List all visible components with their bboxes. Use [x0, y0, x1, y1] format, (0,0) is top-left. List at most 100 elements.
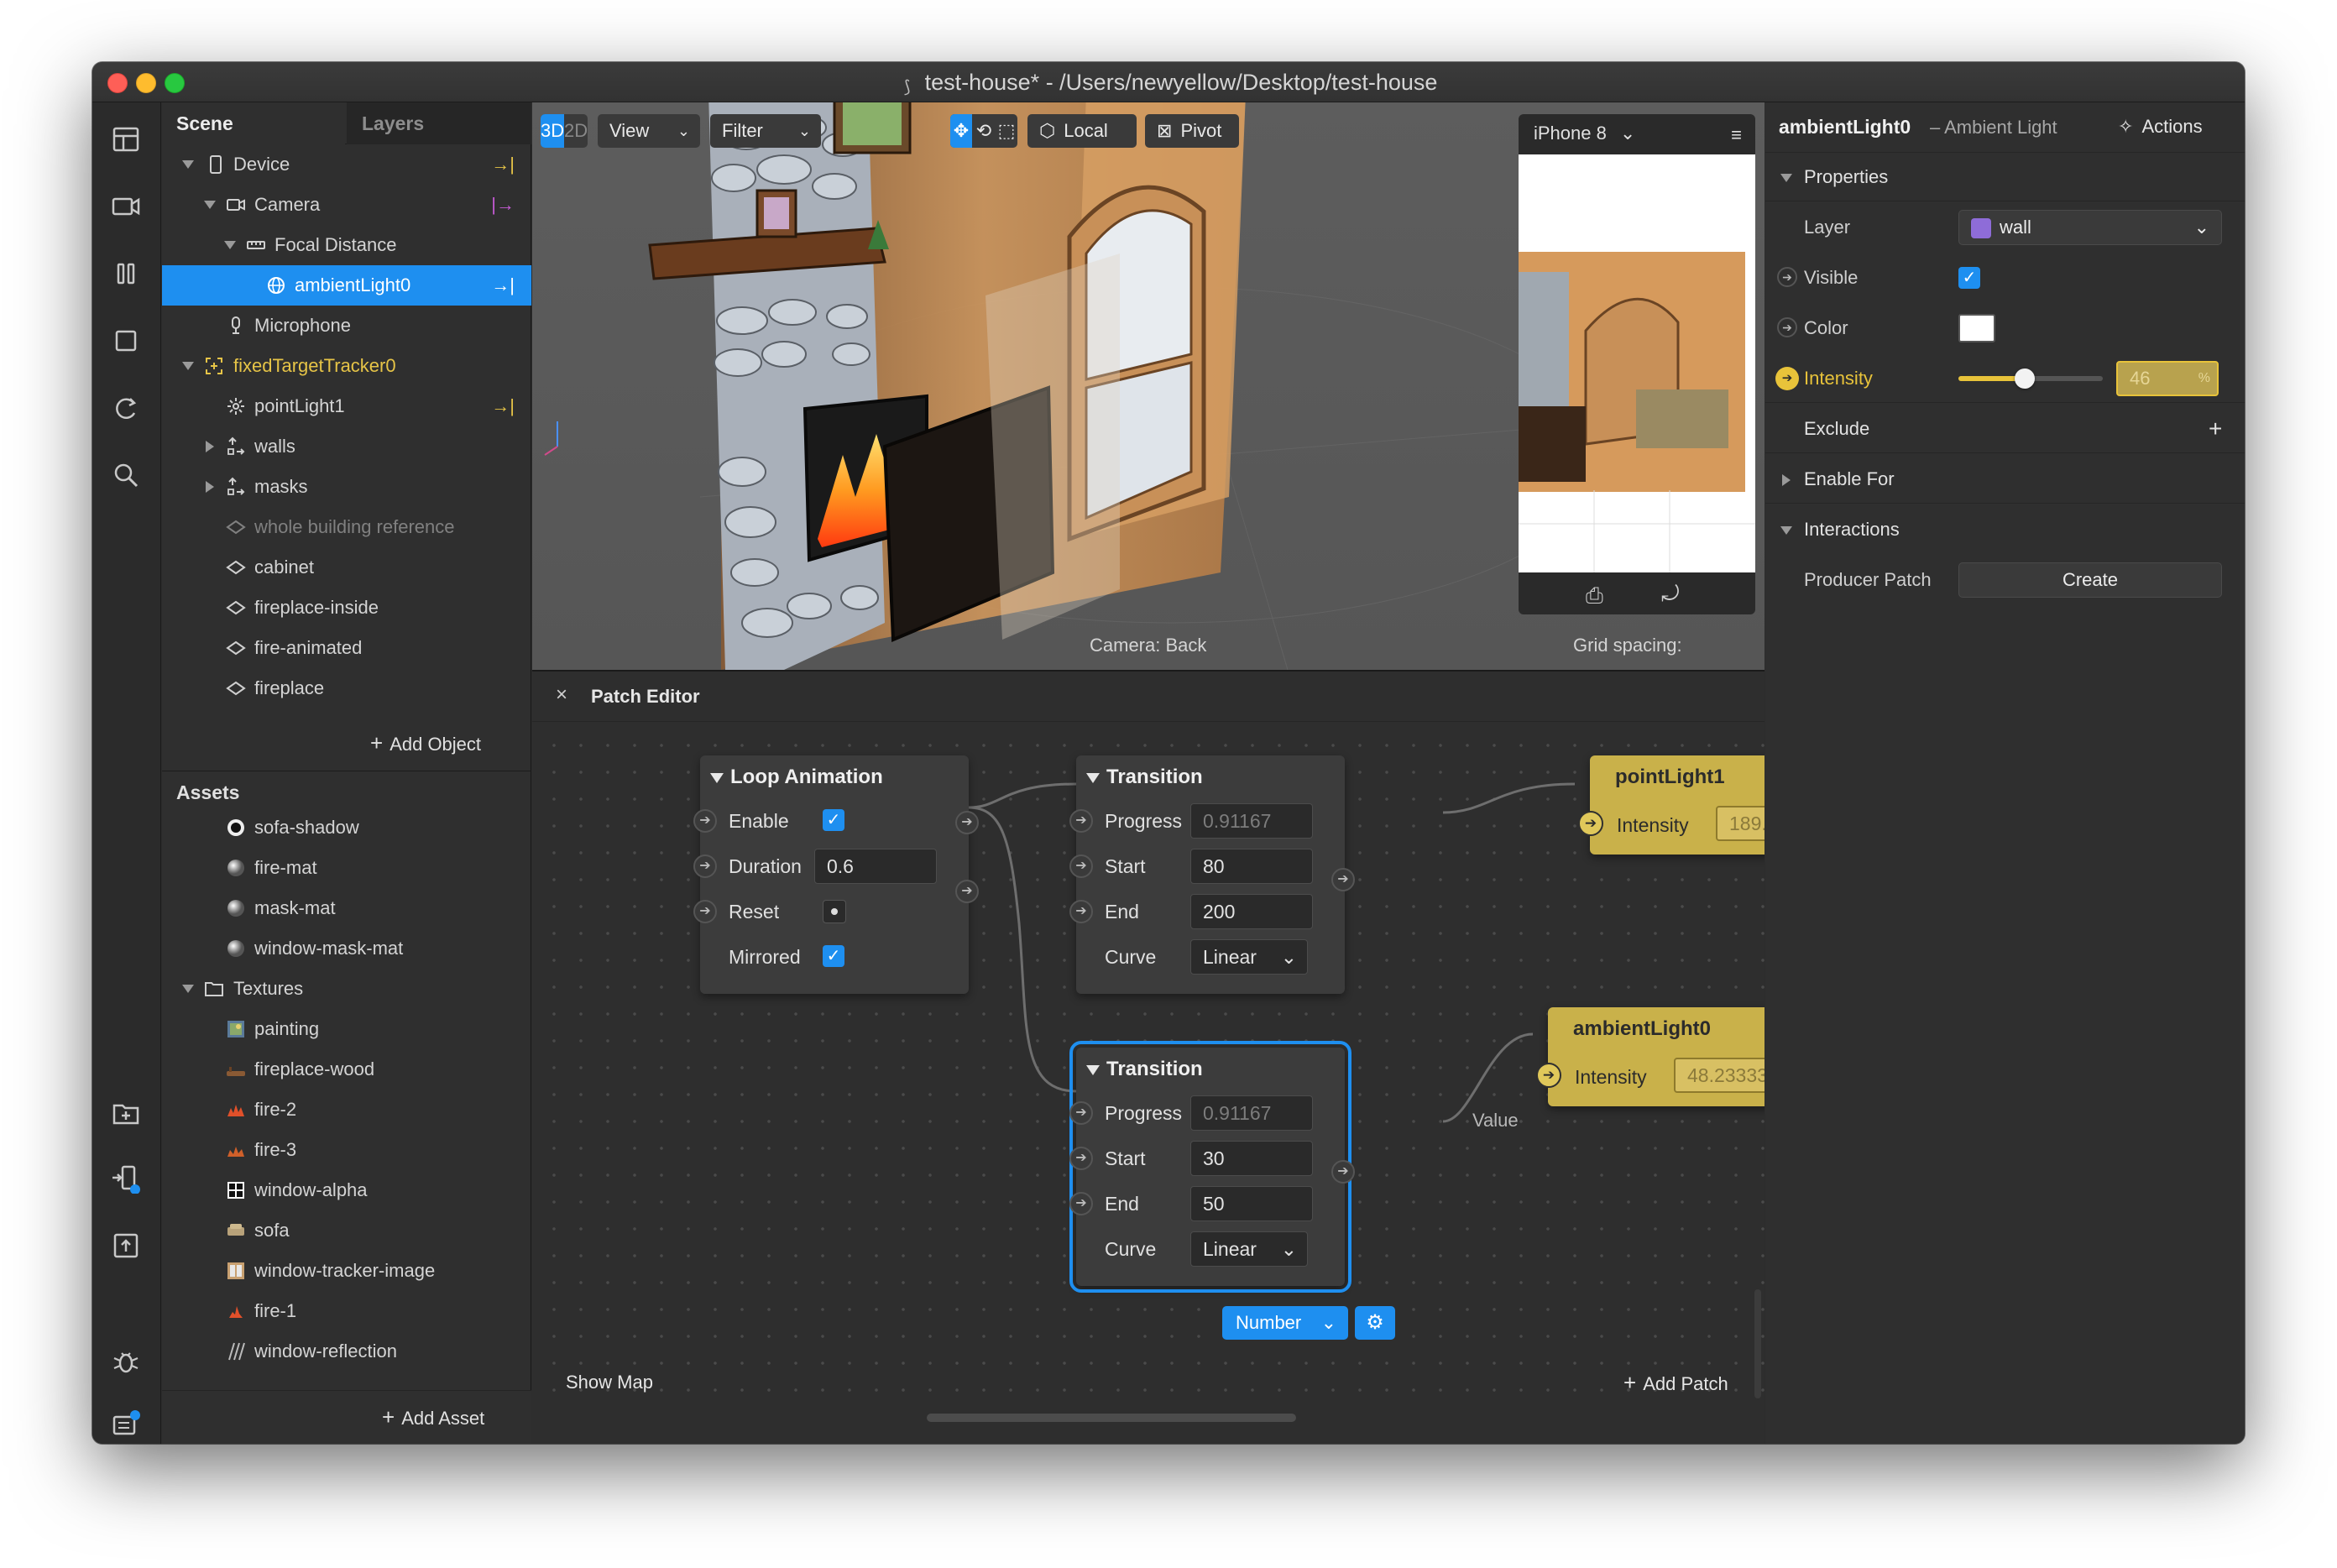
asset-item-fire-mat[interactable]: fire-mat: [162, 848, 531, 888]
output-port-icon[interactable]: ➔: [1331, 868, 1355, 891]
input-port-icon[interactable]: ➔: [693, 900, 717, 923]
output-port-icon[interactable]: ➔: [1331, 1160, 1355, 1184]
enable-checkbox[interactable]: ✓: [823, 809, 844, 831]
collapse-icon[interactable]: [710, 773, 724, 783]
asset-item-window-reflection[interactable]: window-reflection: [162, 1331, 531, 1372]
asset-item-mask-mat[interactable]: mask-mat: [162, 888, 531, 928]
tree-item-focal-distance[interactable]: Focal Distance: [162, 225, 531, 265]
input-port-icon[interactable]: ➔: [1069, 1192, 1093, 1215]
tab-scene[interactable]: Scene: [162, 102, 345, 144]
view-dropdown[interactable]: View ⌄: [598, 114, 700, 148]
search-icon[interactable]: [111, 460, 141, 490]
intensity-slider-knob[interactable]: [2015, 368, 2036, 389]
disclosure-open-icon[interactable]: [182, 362, 194, 370]
output-port-icon[interactable]: ➔: [955, 811, 979, 834]
ambient-light-patch[interactable]: ambientLight0 ➔ Intensity 48.23333: [1536, 1007, 1765, 1106]
asset-item-sofa-shadow[interactable]: sofa-shadow: [162, 808, 531, 848]
actions-button[interactable]: ✧ Actions: [2118, 116, 2203, 138]
input-port-icon[interactable]: ➔: [1069, 809, 1093, 833]
intensity-field[interactable]: 189.4: [1716, 806, 1765, 841]
tree-item-point-light[interactable]: pointLight1 →|: [162, 386, 531, 426]
curve-select[interactable]: Linear ⌄: [1190, 1231, 1308, 1267]
tree-item-whole-building-reference[interactable]: whole building reference: [162, 507, 531, 547]
plus-icon[interactable]: +: [2209, 405, 2222, 453]
enable-for-section[interactable]: Enable For: [1765, 455, 2245, 504]
scale-icon[interactable]: ⬚: [996, 114, 1017, 148]
tree-item-fire-animated[interactable]: fire-animated: [162, 628, 531, 668]
add-folder-icon[interactable]: [111, 1098, 141, 1128]
create-button[interactable]: Create: [1958, 562, 2222, 598]
asset-item-window-mask-mat[interactable]: window-mask-mat: [162, 928, 531, 969]
disclosure-closed-icon[interactable]: [1782, 474, 1791, 486]
tree-item-device[interactable]: Device →|: [162, 144, 531, 185]
disclosure-closed-icon[interactable]: [206, 441, 214, 452]
keyframe-arrow-icon[interactable]: ➔: [1777, 267, 1797, 287]
show-map-button[interactable]: Show Map: [566, 1372, 653, 1393]
move-icon[interactable]: ✥: [950, 114, 972, 148]
disclosure-closed-icon[interactable]: [206, 481, 214, 493]
camera-view-icon[interactable]: [111, 191, 141, 222]
input-port-icon[interactable]: ➔: [1536, 1063, 1561, 1088]
collapse-icon[interactable]: [1086, 1065, 1100, 1075]
disclosure-open-icon[interactable]: [1780, 174, 1792, 182]
square-icon[interactable]: [111, 326, 141, 356]
device-dropdown[interactable]: iPhone 8 ⌄: [1534, 123, 1635, 144]
pivot-button[interactable]: ⊠ Pivot: [1145, 114, 1239, 148]
add-object-button[interactable]: + Add Object: [370, 730, 481, 756]
tree-item-cabinet[interactable]: cabinet: [162, 547, 531, 588]
disclosure-open-icon[interactable]: [1780, 526, 1792, 535]
output-port-icon[interactable]: ➔: [955, 880, 979, 903]
input-port-icon[interactable]: ➔: [1069, 1101, 1093, 1125]
rotate-icon[interactable]: ⟲: [973, 114, 995, 148]
asset-item-window-tracker-image[interactable]: window-tracker-image: [162, 1251, 531, 1291]
curve-select[interactable]: Linear ⌄: [1190, 939, 1308, 975]
reset-pulse-button[interactable]: [823, 900, 846, 923]
keyframe-arrow-icon[interactable]: ➔: [1775, 367, 1799, 390]
patch-header[interactable]: Transition: [1076, 1048, 1345, 1091]
asset-item-window-alpha[interactable]: window-alpha: [162, 1170, 531, 1210]
end-field[interactable]: 50: [1190, 1186, 1313, 1221]
tree-item-camera[interactable]: Camera |→: [162, 185, 531, 225]
point-light-patch[interactable]: pointLight1 ➔ Intensity 189.4: [1578, 755, 1765, 855]
keyframe-arrow-icon[interactable]: ➔: [1777, 317, 1797, 337]
scene-layout-icon[interactable]: [111, 124, 141, 154]
patch-header[interactable]: Transition: [1076, 755, 1345, 799]
console-icon[interactable]: [111, 1409, 141, 1439]
disclosure-open-icon[interactable]: [204, 201, 216, 209]
tree-item-fixed-target-tracker[interactable]: fixedTargetTracker0: [162, 346, 531, 386]
input-port-icon[interactable]: ➔: [1069, 900, 1093, 923]
input-port-icon[interactable]: ➔: [1578, 811, 1603, 836]
properties-section[interactable]: Properties: [1765, 153, 2245, 201]
color-swatch[interactable]: [1958, 314, 1995, 342]
asset-item-fire-1[interactable]: fire-1: [162, 1291, 531, 1331]
columns-icon[interactable]: [111, 259, 141, 289]
layer-select[interactable]: wall ⌄: [1958, 210, 2222, 245]
start-field[interactable]: 80: [1190, 849, 1313, 884]
tab-layers[interactable]: Layers: [347, 102, 531, 144]
start-field[interactable]: 30: [1190, 1141, 1313, 1176]
asset-item-painting[interactable]: painting: [162, 1009, 531, 1049]
asset-folder-textures[interactable]: Textures: [162, 969, 531, 1009]
btn-3d[interactable]: 3D: [541, 114, 564, 148]
asset-item-fireplace-wood[interactable]: fireplace-wood: [162, 1049, 531, 1090]
mirrored-checkbox[interactable]: ✓: [823, 945, 844, 967]
duration-field[interactable]: 0.6: [814, 849, 937, 884]
interactions-section[interactable]: Interactions: [1765, 505, 2245, 554]
asset-item-fire-2[interactable]: fire-2: [162, 1090, 531, 1130]
screenshot-icon[interactable]: ⎙: [1586, 583, 1603, 609]
intensity-field[interactable]: 48.23333: [1674, 1058, 1765, 1093]
disclosure-open-icon[interactable]: [224, 241, 236, 249]
input-port-icon[interactable]: ➔: [693, 855, 717, 878]
gear-icon[interactable]: ⚙: [1355, 1306, 1395, 1340]
btn-2d[interactable]: 2D: [564, 114, 588, 148]
intensity-slider[interactable]: [1958, 368, 2103, 389]
tree-item-microphone[interactable]: Microphone: [162, 306, 531, 346]
tree-item-fireplace[interactable]: fireplace: [162, 668, 531, 708]
input-port-icon[interactable]: ➔: [693, 809, 717, 833]
asset-item-sofa[interactable]: sofa: [162, 1210, 531, 1251]
local-button[interactable]: ⬡ Local: [1027, 114, 1137, 148]
add-asset-button[interactable]: + Add Asset: [382, 1404, 484, 1430]
tree-item-ambient-light[interactable]: ambientLight0 →|: [162, 265, 531, 306]
transition-patch-1[interactable]: Transition ➔ Progress 0.91167 ➔ Start 80…: [1069, 755, 1355, 994]
intensity-field[interactable]: 46%: [2116, 361, 2219, 396]
